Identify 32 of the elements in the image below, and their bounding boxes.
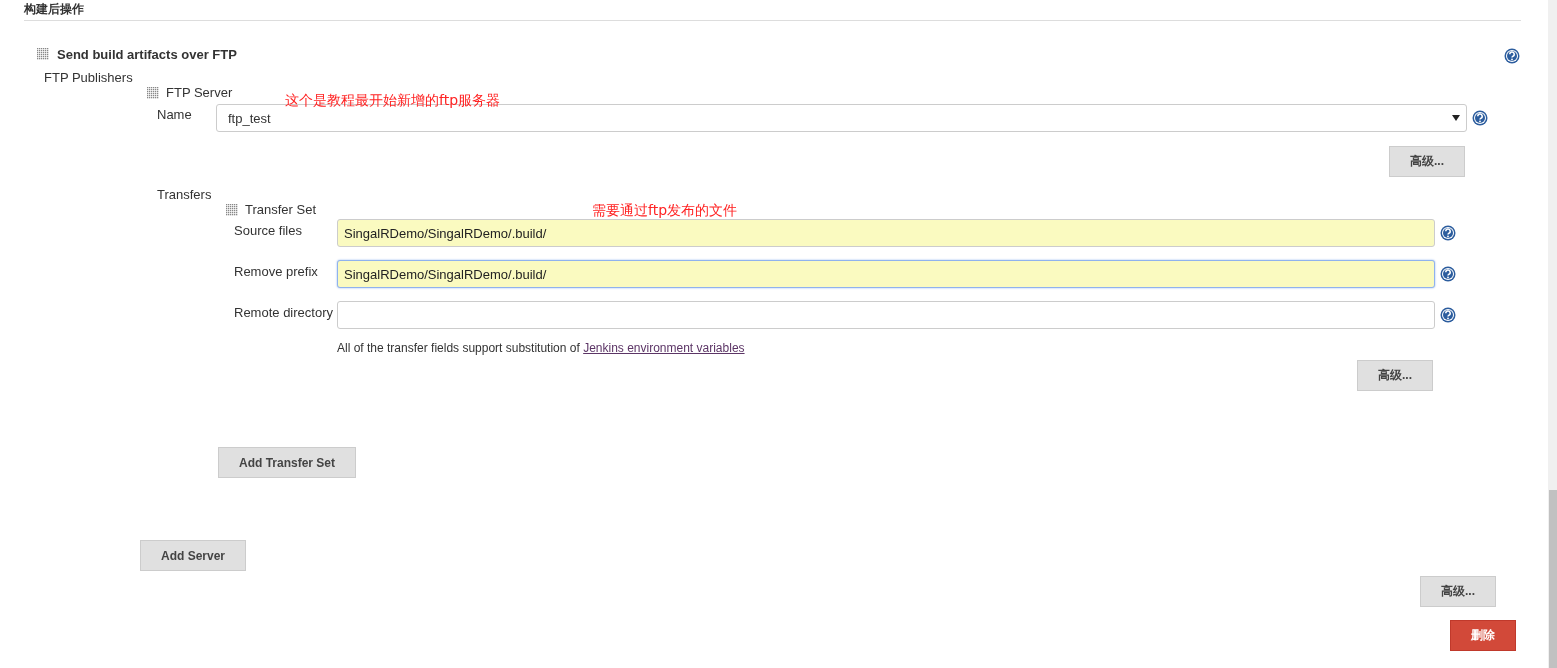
section-header: 构建后操作	[24, 2, 1521, 21]
add-server-button[interactable]: Add Server	[140, 540, 247, 571]
field-label: Remote directory	[234, 304, 334, 320]
field-label: Source files	[234, 222, 303, 238]
caret-icon	[1452, 115, 1460, 121]
advanced-button[interactable]: 高级...	[1357, 360, 1433, 391]
advanced-button[interactable]: 高级...	[1389, 146, 1465, 177]
add-transfer-set-button[interactable]: Add Transfer Set	[218, 447, 357, 478]
field-label: Remove prefix	[234, 263, 319, 279]
subsection-title: Transfer Set	[245, 202, 317, 217]
text-field[interactable]	[337, 301, 1435, 329]
help-icon[interactable]	[1472, 110, 1488, 126]
scrollbar-thumb[interactable]	[1549, 490, 1557, 668]
drag-handle-icon[interactable]	[226, 203, 238, 216]
delete-button[interactable]: 删除	[1450, 620, 1516, 651]
advanced-button[interactable]: 高级...	[1420, 576, 1496, 607]
drag-handle-icon[interactable]	[37, 48, 49, 60]
text-field[interactable]: SingalRDemo/SingalRDemo/.build/	[337, 260, 1435, 288]
help-icon[interactable]	[1440, 307, 1456, 323]
field-label: Name	[156, 106, 193, 122]
help-text: All of the transfer fields support substitution of Jenkins environment variables	[336, 341, 746, 355]
annotation-text: 需要通过ftp发布的文件	[592, 203, 738, 217]
help-icon[interactable]	[1440, 225, 1456, 241]
section-title: Send build artifacts over FTP	[57, 46, 237, 62]
text-field[interactable]: SingalRDemo/SingalRDemo/.build/	[337, 219, 1435, 247]
help-icon[interactable]	[1504, 48, 1520, 64]
field-label: FTP Publishers	[44, 70, 134, 85]
link[interactable]: Jenkins environment variables	[583, 341, 745, 355]
subsection-title: FTP Server	[166, 85, 233, 100]
help-icon[interactable]	[1440, 266, 1456, 282]
drag-handle-icon[interactable]	[147, 86, 159, 99]
field-label: Transfers	[157, 187, 213, 202]
